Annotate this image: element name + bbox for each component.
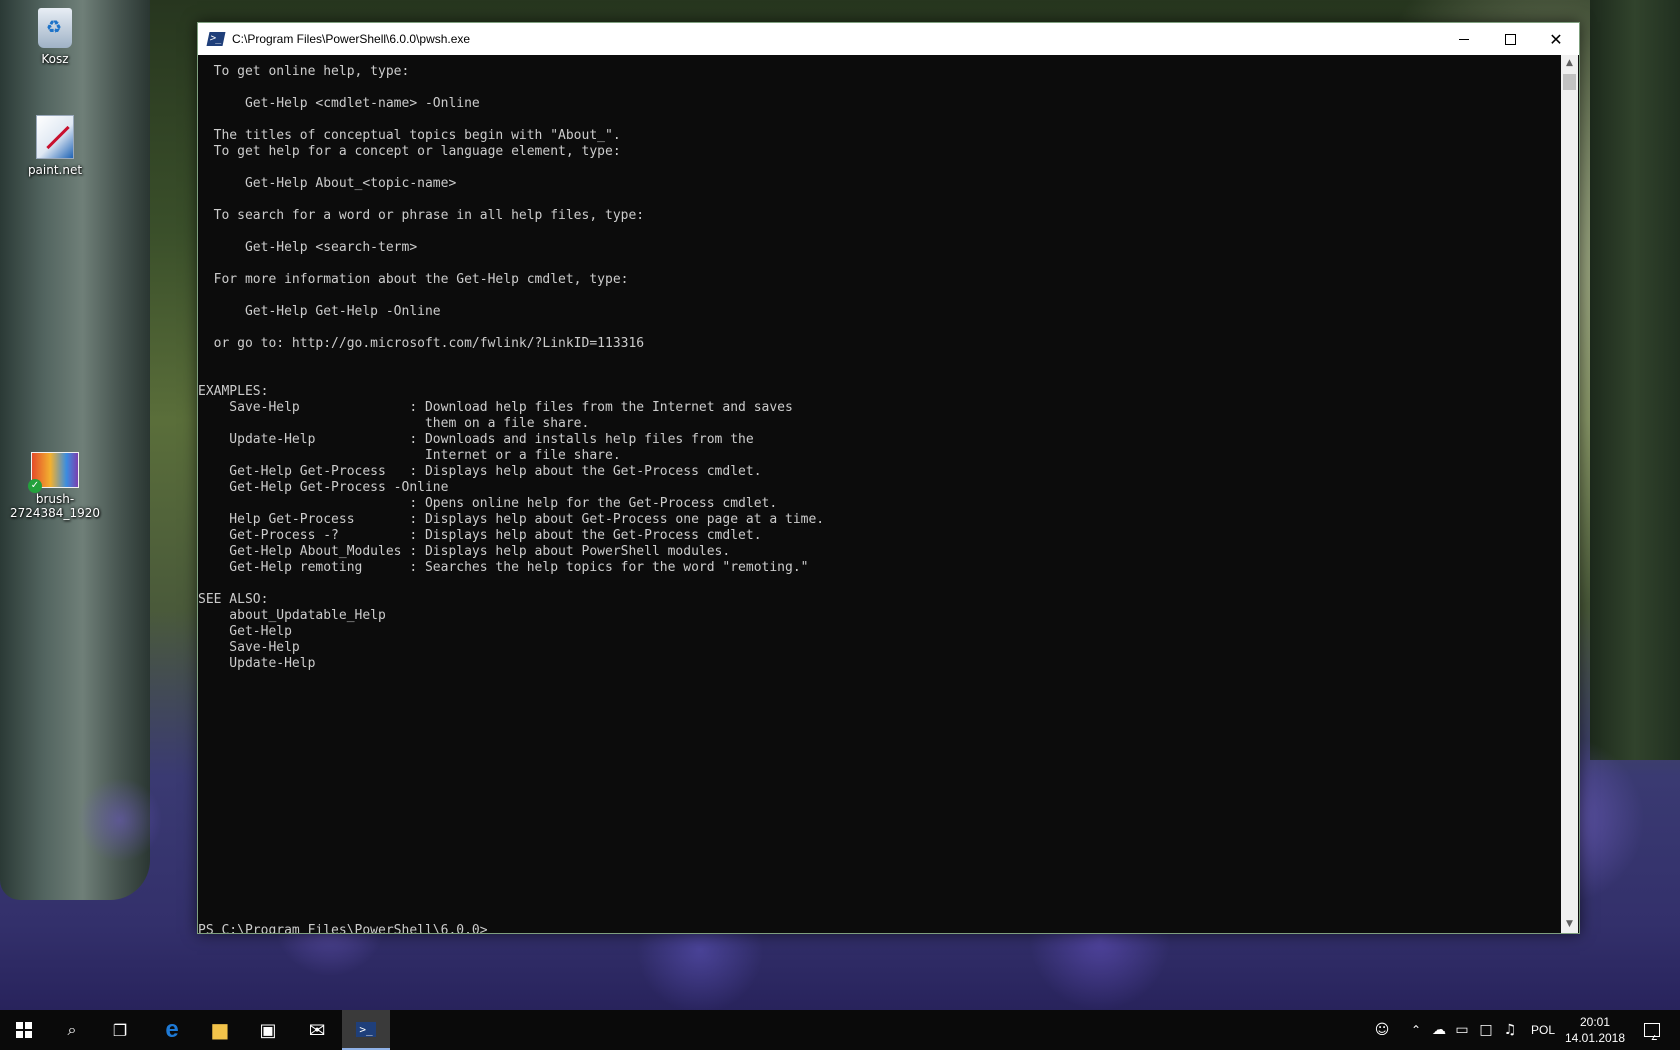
powershell-window[interactable]: >_ C:\Program Files\PowerShell\6.0.0\pws… bbox=[197, 22, 1580, 934]
mail-icon: ✉ bbox=[308, 1018, 326, 1042]
paint-net-icon bbox=[36, 115, 74, 159]
cloud-icon: ☁ bbox=[1432, 1022, 1446, 1038]
close-button[interactable]: ✕ bbox=[1533, 23, 1579, 55]
clock-date: 14.01.2018 bbox=[1564, 1031, 1626, 1045]
volume-tray[interactable]: ♫ bbox=[1499, 1010, 1521, 1050]
battery-icon: ▭ bbox=[1455, 1022, 1469, 1038]
maximize-icon bbox=[1504, 33, 1516, 45]
desktop-icon-label: Kosz bbox=[41, 52, 69, 66]
image-file-icon: ✓ bbox=[28, 452, 79, 493]
folder-icon: ■ bbox=[210, 1018, 230, 1042]
taskbar-file-explorer[interactable]: ■ bbox=[196, 1010, 244, 1050]
task-view-icon: ❐ bbox=[112, 1020, 128, 1040]
volume-icon: ♫ bbox=[1503, 1022, 1517, 1038]
taskbar-mail[interactable]: ✉ bbox=[293, 1010, 341, 1050]
chevron-up-icon: ⌃ bbox=[1410, 1023, 1422, 1037]
people-button[interactable]: ☺ bbox=[1370, 1010, 1394, 1050]
close-icon: ✕ bbox=[1549, 29, 1563, 49]
desktop-icon-recycle-bin[interactable]: Kosz bbox=[10, 8, 100, 66]
desktop-icon-label: brush-2724384_1920 bbox=[10, 492, 100, 520]
console-output-area[interactable]: To get online help, type: Get-Help <cmdl… bbox=[198, 55, 1560, 933]
scroll-up-arrow-icon[interactable]: ▲ bbox=[1561, 55, 1578, 72]
onedrive-tray[interactable]: ☁ bbox=[1428, 1010, 1450, 1050]
minimize-button[interactable] bbox=[1441, 23, 1487, 55]
task-view-button[interactable]: ❐ bbox=[96, 1010, 144, 1050]
clock-time: 20:01 bbox=[1579, 1015, 1611, 1029]
store-icon: ▣ bbox=[259, 1019, 277, 1041]
scroll-thumb[interactable] bbox=[1563, 74, 1576, 90]
powershell-icon: >_ bbox=[356, 1021, 376, 1037]
console-output: To get online help, type: Get-Help <cmdl… bbox=[198, 64, 825, 671]
search-button[interactable]: ⌕ bbox=[48, 1010, 96, 1050]
sync-check-icon: ✓ bbox=[28, 479, 42, 493]
windows-logo-icon bbox=[16, 1022, 32, 1038]
network-icon: □ bbox=[1479, 1022, 1493, 1038]
clock[interactable]: 20:01 14.01.2018 bbox=[1560, 1010, 1630, 1050]
scroll-down-arrow-icon[interactable]: ▼ bbox=[1561, 916, 1578, 933]
notification-icon bbox=[1644, 1023, 1660, 1037]
edge-icon: e bbox=[165, 1016, 179, 1043]
action-center-button[interactable] bbox=[1637, 1010, 1667, 1050]
console-prompt-line[interactable]: PS C:\Program Files\PowerShell\6.0.0> bbox=[198, 923, 504, 933]
maximize-button[interactable] bbox=[1487, 23, 1533, 55]
desktop: Kosz paint.net ✓ brush-2724384_1920 >_ C… bbox=[0, 0, 1680, 1050]
minimize-icon bbox=[1459, 38, 1469, 40]
recycle-bin-icon bbox=[38, 8, 72, 48]
input-language[interactable]: POL bbox=[1527, 1010, 1559, 1050]
window-title: C:\Program Files\PowerShell\6.0.0\pwsh.e… bbox=[232, 32, 471, 46]
people-icon: ☺ bbox=[1374, 1022, 1390, 1038]
show-hidden-icons-button[interactable]: ⌃ bbox=[1406, 1010, 1426, 1050]
desktop-icon-paint-net[interactable]: paint.net bbox=[10, 115, 100, 177]
network-tray[interactable]: □ bbox=[1475, 1010, 1497, 1050]
taskbar: ⌕ ❐ e ■ ▣ ✉ >_ ☺ ⌃ ☁ ▭ □ ♫ POL 20:01 14.… bbox=[0, 1010, 1680, 1050]
vertical-scrollbar[interactable]: ▲ ▼ bbox=[1561, 55, 1578, 933]
window-titlebar[interactable]: >_ C:\Program Files\PowerShell\6.0.0\pws… bbox=[198, 23, 1579, 55]
desktop-icon-label: paint.net bbox=[27, 163, 83, 177]
taskbar-edge[interactable]: e bbox=[148, 1010, 196, 1050]
taskbar-powershell[interactable]: >_ bbox=[342, 1010, 390, 1050]
power-tray[interactable]: ▭ bbox=[1452, 1010, 1472, 1050]
powershell-icon: >_ bbox=[206, 32, 226, 46]
taskbar-store[interactable]: ▣ bbox=[244, 1010, 292, 1050]
search-icon: ⌕ bbox=[67, 1020, 77, 1039]
console-prompt: PS C:\Program Files\PowerShell\6.0.0> bbox=[198, 923, 488, 933]
start-button[interactable] bbox=[0, 1010, 48, 1050]
desktop-icon-brush-image[interactable]: ✓ brush-2724384_1920 bbox=[10, 452, 100, 520]
